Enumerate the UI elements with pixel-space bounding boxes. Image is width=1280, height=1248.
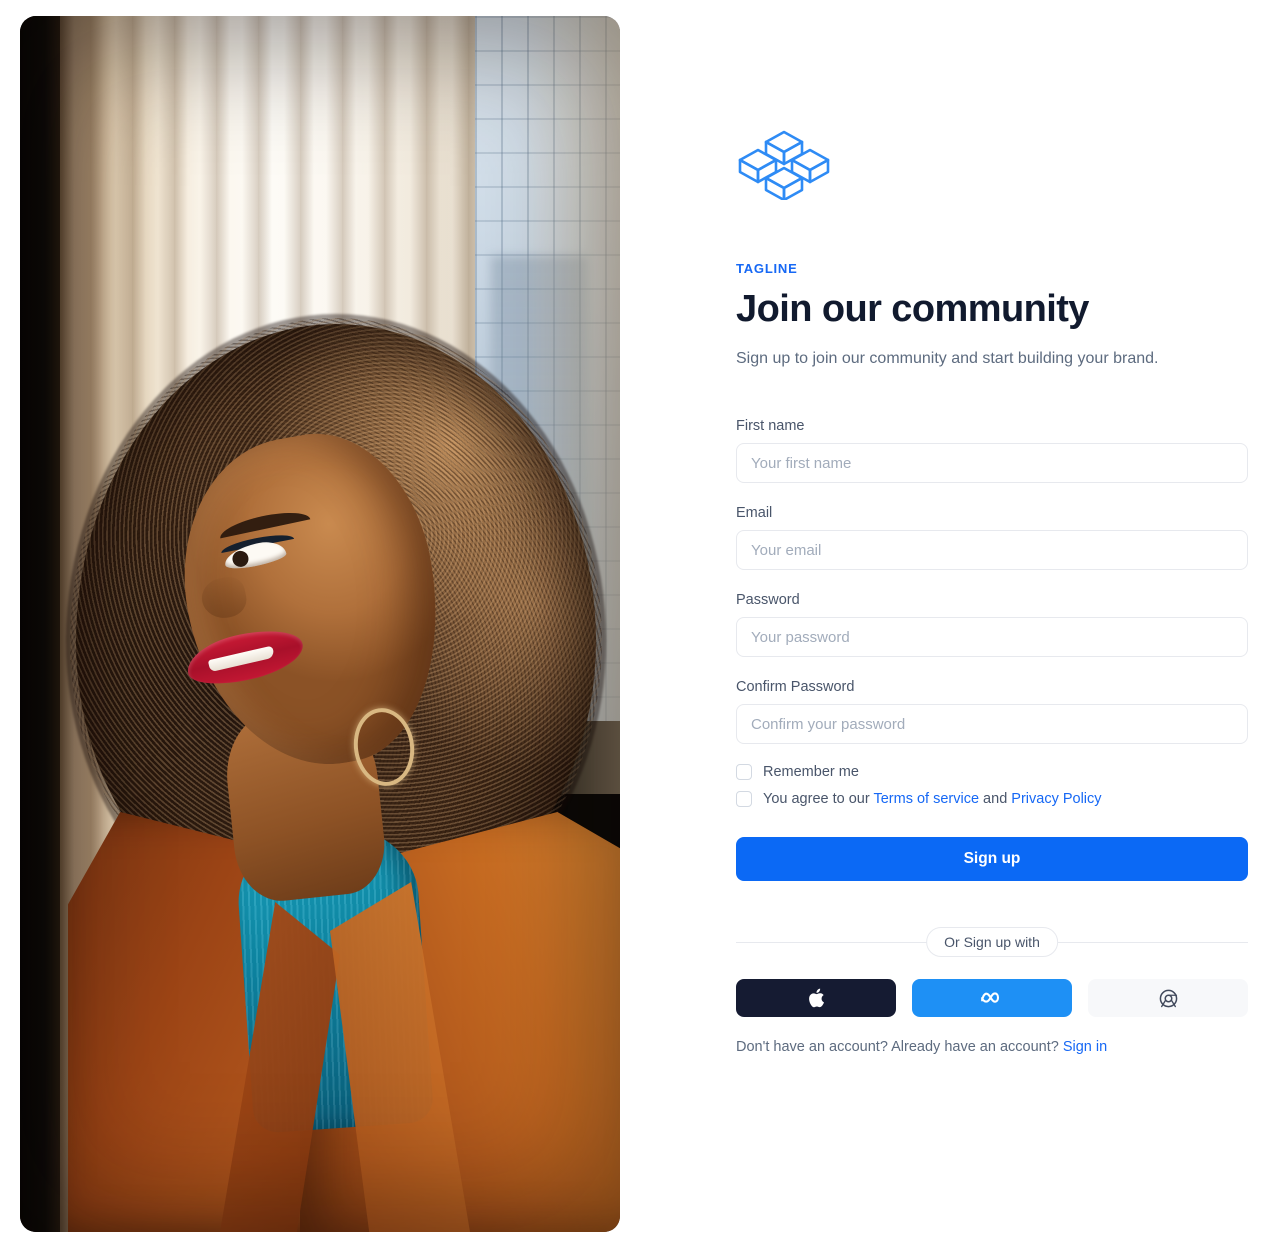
page-subtitle: Sign up to join our community and start … bbox=[736, 350, 1159, 367]
teeth bbox=[207, 645, 275, 673]
signup-page: TAGLINE Join our community Sign up to jo… bbox=[0, 0, 1280, 1248]
privacy-policy-link[interactable]: Privacy Policy bbox=[1011, 791, 1101, 807]
form-fields: First name Email Password Confirm Passwo… bbox=[736, 418, 1248, 745]
field-password: Password bbox=[736, 592, 1248, 658]
field-first-name: First name bbox=[736, 418, 1248, 484]
signin-prompt-text: Don't have an account? Already have an a… bbox=[736, 1039, 1063, 1056]
signup-with-meta-button[interactable] bbox=[912, 979, 1072, 1018]
terms-middle: and bbox=[979, 791, 1012, 808]
password-input[interactable] bbox=[736, 617, 1248, 658]
first-name-input[interactable] bbox=[736, 443, 1248, 484]
field-confirm-password: Confirm Password bbox=[736, 679, 1248, 745]
terms-label: You agree to our Terms of service and Pr… bbox=[763, 791, 1102, 807]
tagline: TAGLINE bbox=[736, 261, 798, 276]
divider-label: Or Sign up with bbox=[926, 927, 1058, 958]
email-input[interactable] bbox=[736, 530, 1248, 571]
signup-with-apple-button[interactable] bbox=[736, 979, 896, 1018]
signup-button[interactable]: Sign up bbox=[736, 837, 1248, 882]
checkbox-group: Remember me You agree to our Terms of se… bbox=[736, 764, 1248, 808]
first-name-label: First name bbox=[736, 418, 805, 435]
isometric-cubes-logo bbox=[738, 130, 830, 202]
terms-row[interactable]: You agree to our Terms of service and Pr… bbox=[736, 791, 1248, 808]
apple-icon bbox=[808, 988, 824, 1008]
terms-checkbox[interactable] bbox=[736, 791, 752, 808]
confirm-password-input[interactable] bbox=[736, 704, 1248, 745]
confirm-password-label: Confirm Password bbox=[736, 679, 855, 696]
password-label: Password bbox=[736, 592, 800, 609]
field-email: Email bbox=[736, 505, 1248, 571]
terms-of-service-link[interactable]: Terms of service bbox=[873, 791, 979, 807]
signin-link[interactable]: Sign in bbox=[1063, 1039, 1107, 1055]
hero-photo bbox=[20, 16, 620, 1232]
social-login-buttons bbox=[736, 979, 1248, 1018]
signin-prompt: Don't have an account? Already have an a… bbox=[736, 1039, 1248, 1055]
remember-me-row[interactable]: Remember me bbox=[736, 764, 1248, 781]
remember-me-label: Remember me bbox=[763, 764, 859, 781]
signup-form-column: TAGLINE Join our community Sign up to jo… bbox=[736, 0, 1248, 1248]
email-label: Email bbox=[736, 505, 773, 522]
terms-prefix: You agree to our bbox=[763, 791, 874, 808]
photo-subject bbox=[20, 316, 620, 1232]
meta-icon bbox=[981, 992, 1000, 1003]
or-divider: Or Sign up with bbox=[736, 927, 1248, 958]
chrome-icon bbox=[1159, 989, 1177, 1008]
page-title: Join our community bbox=[736, 288, 1089, 330]
remember-me-checkbox[interactable] bbox=[736, 764, 752, 781]
signup-with-google-button[interactable] bbox=[1088, 979, 1248, 1018]
